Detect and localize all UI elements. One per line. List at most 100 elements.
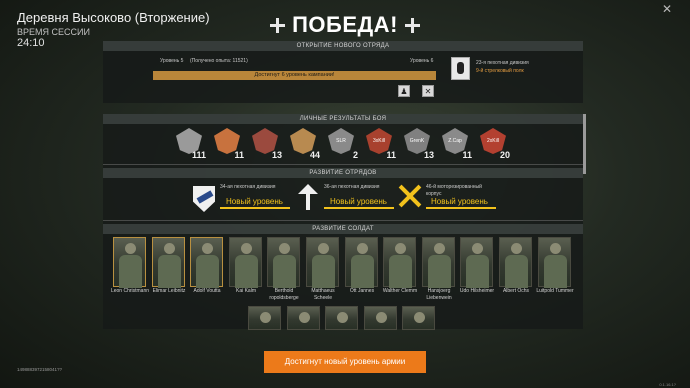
soldier-card[interactable] xyxy=(287,306,320,330)
soldier-card[interactable] xyxy=(383,237,416,288)
soldier-name: Ott Jannes xyxy=(349,288,375,294)
medal-label: GrenK xyxy=(409,138,425,144)
soldier-card[interactable] xyxy=(152,237,185,288)
arrow-up-icon xyxy=(297,184,319,210)
soldier-body xyxy=(466,255,489,288)
close-icon[interactable]: ✕ xyxy=(662,2,672,16)
army-level-button[interactable]: Достигнут новый уровень армии xyxy=(264,351,426,373)
soldier-card[interactable] xyxy=(306,237,339,288)
soldier-card[interactable] xyxy=(267,237,300,288)
division-emblem-icon xyxy=(451,57,470,80)
soldier-head xyxy=(550,243,561,254)
medal[interactable]: 111 xyxy=(176,128,206,160)
soldier-card[interactable] xyxy=(538,237,571,288)
soldier-card[interactable] xyxy=(113,237,146,288)
squad-status: Новый уровень xyxy=(330,197,387,206)
soldier-name: Leon Christmann xyxy=(110,288,150,294)
soldier-body xyxy=(273,255,296,288)
soldier-card[interactable] xyxy=(499,237,532,288)
soldier-head xyxy=(395,243,406,254)
section-title: РАЗВИТИЕ ОТРЯДОВ xyxy=(103,168,583,178)
soldier-card[interactable] xyxy=(345,237,378,288)
squad-status: Новый уровень xyxy=(431,197,488,206)
soldier-body xyxy=(389,255,412,288)
medal[interactable]: 13 xyxy=(252,128,282,160)
soldier-head xyxy=(337,312,348,323)
session-id: 1498883972158041?? xyxy=(17,367,63,372)
squad-status: Новый уровень xyxy=(226,197,283,206)
medal[interactable]: SLR 2 xyxy=(328,128,358,160)
soldier-body xyxy=(158,255,181,288)
unit-subname: 9-й стрелковый полк xyxy=(476,68,524,74)
section-title: РАЗВИТИЕ СОЛДАТ xyxy=(103,224,583,234)
session-time-label: ВРЕМЯ СЕССИИ xyxy=(17,27,90,37)
soldier-card[interactable] xyxy=(460,237,493,288)
soldier-head xyxy=(414,312,425,323)
soldier-name: Albert Ochs xyxy=(502,288,530,294)
medal-count: 11 xyxy=(234,150,244,160)
soldier-body xyxy=(196,255,219,288)
soldier-card[interactable] xyxy=(190,237,223,288)
soldier-card[interactable] xyxy=(402,306,435,330)
soldier-head xyxy=(472,243,483,254)
soldier-card[interactable] xyxy=(229,237,262,288)
campaign-progress-bar: Достигнут 6 уровень кампании! xyxy=(153,71,436,80)
victory-banner: ПОБЕДА! xyxy=(270,12,420,38)
medal-label: 2xKill xyxy=(487,138,499,144)
soldier-head xyxy=(260,312,271,323)
panel-title: ЛИЧНЫЕ РЕЗУЛЬТАТЫ БОЯ xyxy=(103,114,583,124)
medal-count: 11 xyxy=(462,150,472,160)
divider xyxy=(103,164,583,165)
soldier-card[interactable] xyxy=(248,306,281,330)
soldier-name: Walther Clemm xyxy=(382,288,418,294)
grenade-icon[interactable]: ♟ xyxy=(398,85,410,97)
soldier-name: Elimar Leibnitz xyxy=(152,288,186,294)
soldier-body xyxy=(544,255,567,288)
level-next: Уровень 6 xyxy=(410,58,434,64)
soldier-name: Adolf Voutta xyxy=(193,288,221,294)
soldier-card[interactable] xyxy=(364,306,397,330)
medal-label: Z.Cap xyxy=(448,138,462,144)
soldier-head xyxy=(279,243,290,254)
medal[interactable]: 11 xyxy=(214,128,244,160)
soldier-head xyxy=(434,243,445,254)
soldier-card[interactable] xyxy=(325,306,358,330)
medal-icon: SLR xyxy=(328,128,354,154)
victory-title: ПОБЕДА! xyxy=(292,12,398,37)
level-current: Уровень 5 xyxy=(160,58,184,64)
medal-count: 13 xyxy=(423,150,434,160)
medal[interactable]: 44 xyxy=(290,128,320,160)
soldier-name: Matthaeus Scheele xyxy=(311,288,335,301)
soldier-head xyxy=(125,243,136,254)
soldier-head xyxy=(318,243,329,254)
soldier-head xyxy=(202,243,213,254)
squad-name: 46-й моторезированный корпус xyxy=(426,184,482,197)
divider xyxy=(103,220,583,221)
medal-count: 13 xyxy=(271,150,282,160)
medal-label: 3xKill xyxy=(373,138,385,144)
medal-label: SLR xyxy=(336,138,346,144)
squad-name: 34-ая пехотная дивизия xyxy=(220,184,276,190)
soldier-name: Kai Kalm xyxy=(235,288,256,294)
soldier-head xyxy=(357,243,368,254)
soldier-name: Luitpold Tummer xyxy=(536,288,574,294)
medal[interactable]: 3xKill 11 xyxy=(366,128,396,160)
medal-count: 2 xyxy=(352,150,358,160)
scrollbar[interactable] xyxy=(583,114,586,174)
panel-title: ОТКРЫТИЕ НОВОГО ОТРЯДА xyxy=(103,41,583,51)
squad-underline xyxy=(426,207,496,209)
medal[interactable]: 2xKill 20 xyxy=(480,128,510,160)
medal[interactable]: GrenK 13 xyxy=(404,128,434,160)
unit-name: 23-я пехотная дивизия xyxy=(476,60,529,66)
soldier-body xyxy=(505,255,528,288)
soldier-head xyxy=(164,243,175,254)
soldier-body xyxy=(235,255,258,288)
balkenkreuz-icon xyxy=(405,17,420,33)
medal-count: 20 xyxy=(499,150,510,160)
soldier-card[interactable] xyxy=(422,237,455,288)
soldier-name: Udo Hilsheimer xyxy=(459,288,495,294)
soldier-head xyxy=(511,243,522,254)
soldier-head xyxy=(241,243,252,254)
medal[interactable]: Z.Cap 11 xyxy=(442,128,472,160)
crossed-rifles-icon[interactable]: ✕ xyxy=(422,85,434,97)
